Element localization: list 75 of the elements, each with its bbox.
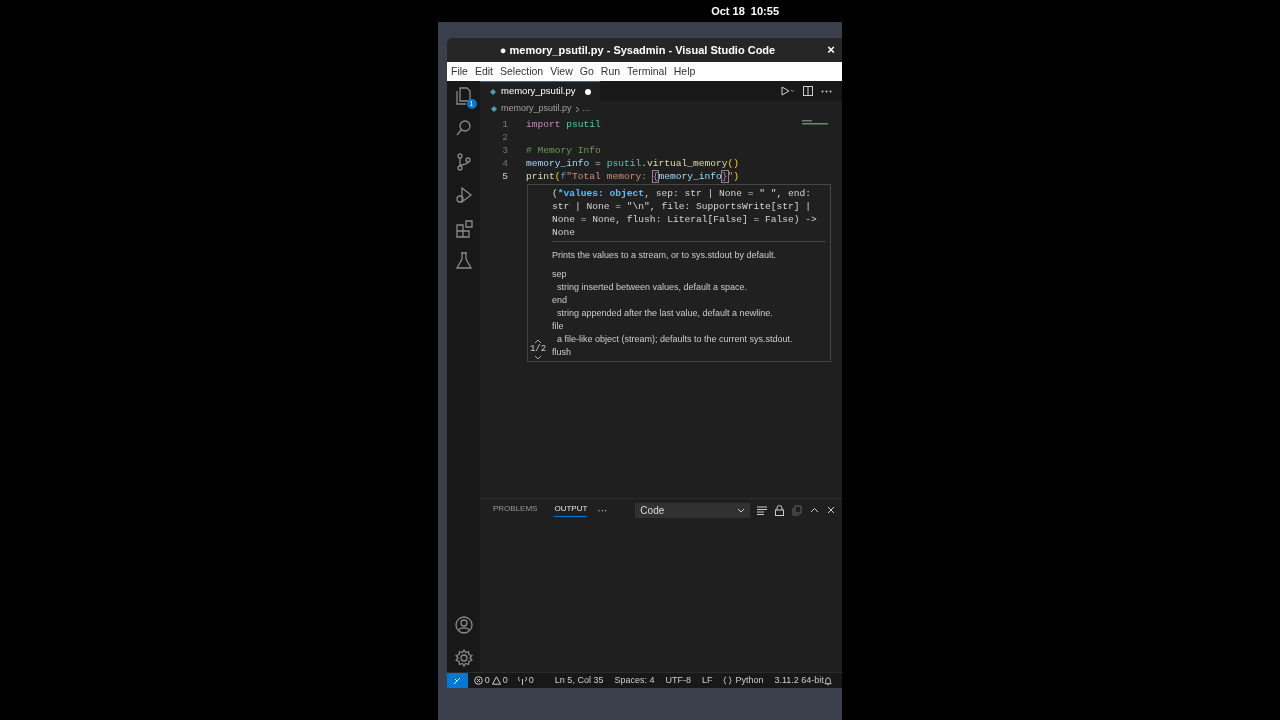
problems-status[interactable]: 0 0 bbox=[473, 673, 508, 688]
breadcrumb-item[interactable]: memory_psutil.py bbox=[501, 102, 572, 116]
parameter-name: file bbox=[552, 320, 565, 333]
page-counter: 1/2 bbox=[529, 344, 547, 355]
error-count: 0 bbox=[484, 673, 490, 687]
files-icon[interactable] bbox=[453, 86, 474, 106]
remote-button[interactable] bbox=[447, 673, 468, 688]
line-number: 1 bbox=[501, 118, 509, 131]
clock: Oct 18 10:55 bbox=[711, 3, 779, 19]
menu-item[interactable]: Edit bbox=[474, 63, 493, 80]
close-button[interactable]: × bbox=[820, 40, 842, 60]
code-line: # Memory Info bbox=[526, 144, 601, 157]
interpreter-version[interactable]: 3.11.2 64-bit bbox=[774, 673, 824, 688]
code-line: print(f"Total memory: {memory_info}") bbox=[526, 170, 740, 183]
port-count: 0 bbox=[528, 673, 534, 687]
line-number: 3 bbox=[501, 144, 509, 157]
code-line: import psutil bbox=[526, 118, 601, 131]
editor-tab[interactable]: memory_psutil.py bbox=[480, 81, 601, 101]
more-icon[interactable] bbox=[821, 89, 832, 93]
flask-icon[interactable] bbox=[453, 251, 474, 271]
braces-icon bbox=[723, 676, 733, 685]
warning-count: 0 bbox=[502, 673, 508, 687]
parameter-name: sep bbox=[552, 268, 568, 281]
split-editor-icon[interactable] bbox=[803, 86, 813, 96]
menu-item[interactable]: View bbox=[550, 63, 573, 80]
parameter-description: a file-like object (stream); defaults to the current sys.stdout. bbox=[556, 333, 794, 346]
run-icon[interactable] bbox=[781, 86, 795, 96]
description-text: Prints the values to a stream, or to sys.stdout by default. bbox=[552, 249, 778, 262]
ports-status[interactable]: 0 bbox=[517, 673, 534, 688]
menu-item[interactable]: Go bbox=[579, 63, 594, 80]
error-icon bbox=[473, 676, 483, 685]
menu-item[interactable]: Help bbox=[673, 63, 696, 80]
bell-icon[interactable] bbox=[823, 675, 832, 686]
parameter-description: string inserted between values, default a space. bbox=[556, 281, 749, 294]
line-number: 5 bbox=[501, 170, 509, 183]
run-debug-icon[interactable] bbox=[453, 185, 474, 205]
menu-item[interactable]: Terminal bbox=[627, 63, 667, 80]
chevron-down-icon bbox=[737, 507, 746, 513]
panel-tab[interactable]: PROBLEMS bbox=[493, 503, 538, 517]
menu-item[interactable]: Selection bbox=[500, 63, 544, 80]
panel-tab[interactable]: OUTPUT bbox=[554, 503, 588, 517]
line-number: 2 bbox=[501, 131, 509, 144]
close-icon[interactable] bbox=[827, 506, 836, 514]
code-line: memory_info = psutil.virtual_memory() bbox=[526, 157, 740, 170]
status-item[interactable]: Spaces: 4 bbox=[614, 673, 655, 688]
maximize-panel-icon[interactable] bbox=[810, 507, 820, 513]
tab-label: memory_psutil.py bbox=[501, 84, 576, 99]
lock-icon[interactable] bbox=[775, 504, 785, 516]
menu-item[interactable]: File bbox=[451, 63, 468, 80]
warning-icon bbox=[491, 676, 501, 685]
remote-icon bbox=[453, 676, 462, 685]
chevron-down-icon[interactable] bbox=[534, 355, 542, 360]
settings-icon[interactable] bbox=[453, 648, 474, 668]
status-item[interactable]: LF bbox=[701, 673, 713, 688]
output-channel-dropdown[interactable]: Code bbox=[635, 502, 751, 518]
account-icon[interactable] bbox=[453, 615, 474, 635]
clear-output-icon[interactable] bbox=[757, 505, 768, 515]
parameter-name: flush bbox=[552, 346, 572, 359]
signature-text: (*values: object, sep: str | None = " ", end: str | None = "\n", file: SupportsWrite[str] | None = None, flush: Literal[False] = False) -> None bbox=[552, 187, 818, 239]
line-number: 4 bbox=[501, 157, 509, 170]
parameter-description: string appended after the last value, default a newline. bbox=[556, 307, 774, 320]
breadcrumb-item[interactable]: ... bbox=[582, 102, 591, 116]
language-mode[interactable]: Python bbox=[723, 673, 764, 688]
status-item[interactable]: Ln 5, Col 35 bbox=[554, 673, 604, 688]
more-button[interactable]: ··· bbox=[597, 502, 608, 518]
chevron-up-icon[interactable] bbox=[534, 339, 542, 344]
python-file-icon bbox=[490, 105, 498, 113]
status-item[interactable]: UTF-8 bbox=[665, 673, 691, 688]
chevron-right-icon bbox=[574, 105, 580, 113]
antenna-icon bbox=[517, 676, 527, 685]
minimap bbox=[802, 120, 828, 125]
window-title: ● memory_psutil.py - Sysadmin - Visual Studio Code bbox=[498, 42, 777, 58]
extensions-icon[interactable] bbox=[453, 218, 474, 238]
menu-item[interactable]: Run bbox=[600, 63, 621, 80]
parameter-name: end bbox=[552, 294, 569, 307]
